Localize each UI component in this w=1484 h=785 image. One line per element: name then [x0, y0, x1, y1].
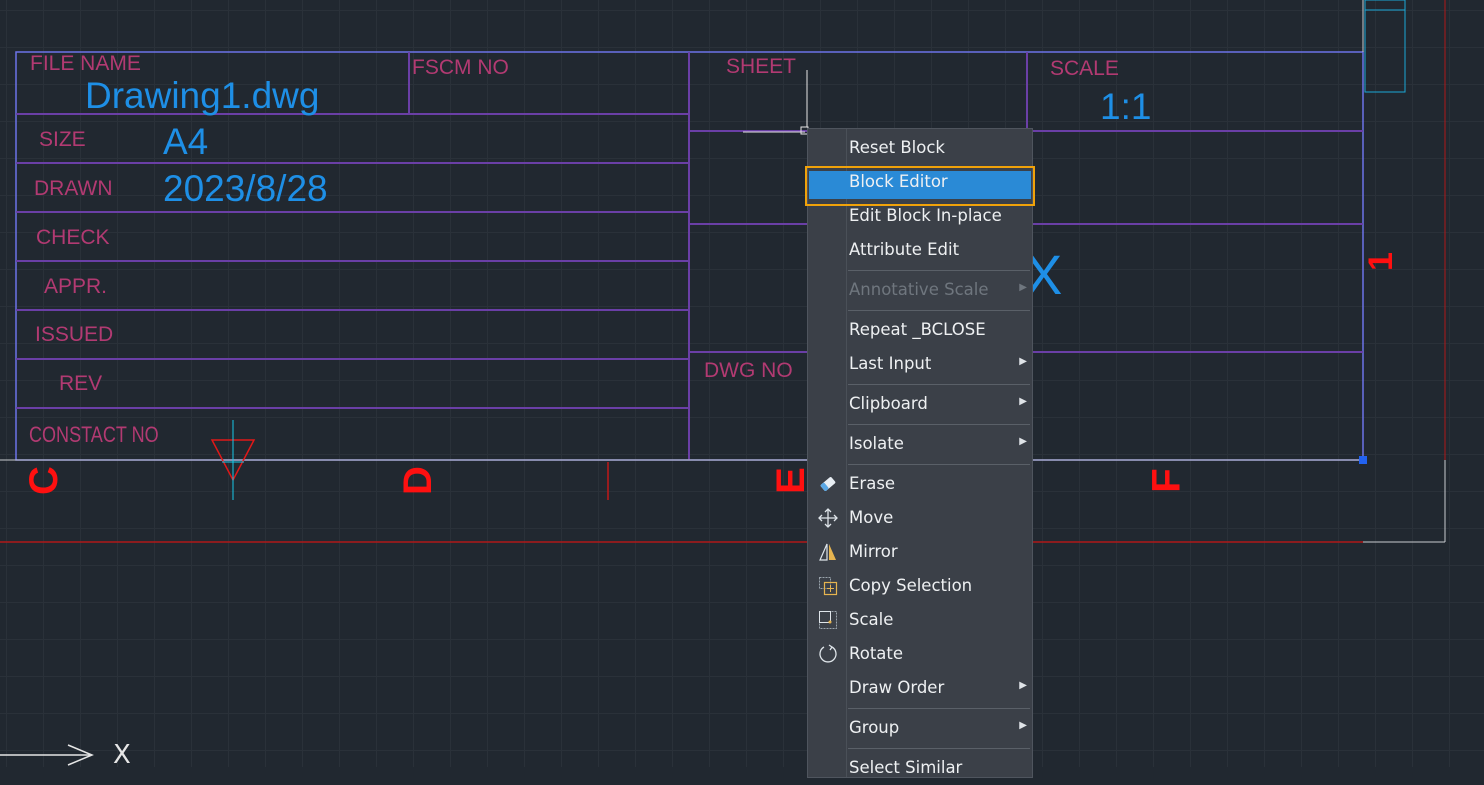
menu-item-label: Group — [849, 718, 900, 737]
menu-item-annotative-scale[interactable]: Annotative Scale ▶ — [808, 273, 1032, 307]
menu-item-label: Isolate — [849, 434, 904, 453]
menu-item-label: Repeat _BCLOSE — [849, 320, 986, 339]
menu-item-move[interactable]: Move — [808, 501, 1032, 535]
constact-no-label: CONSTACT NO — [29, 422, 159, 447]
menu-item-edit-block-in-place[interactable]: Edit Block In-place — [808, 199, 1032, 233]
dwg-no-label: DWG NO — [704, 359, 793, 382]
check-label: CHECK — [36, 226, 110, 249]
drawn-date-value: 2023/8/28 — [163, 168, 328, 209]
menu-item-isolate[interactable]: Isolate ▶ — [808, 427, 1032, 461]
menu-item-clipboard[interactable]: Clipboard ▶ — [808, 387, 1032, 421]
submenu-arrow-icon: ▶ — [1019, 680, 1027, 691]
size-value: A4 — [163, 121, 209, 162]
menu-item-draw-order[interactable]: Draw Order ▶ — [808, 671, 1032, 705]
menu-item-label: Edit Block In-place — [849, 206, 1002, 225]
menu-item-block-editor[interactable]: Block Editor — [808, 165, 1032, 199]
zone-marker-f: F — [1144, 468, 1189, 493]
ucs-x-label: X — [113, 740, 131, 770]
menu-item-group[interactable]: Group ▶ — [808, 711, 1032, 745]
menu-item-copy-selection[interactable]: Copy Selection — [808, 569, 1032, 603]
submenu-arrow-icon: ▶ — [1019, 356, 1027, 367]
menu-item-label: Move — [849, 508, 894, 527]
menu-item-label: Scale — [849, 610, 894, 629]
drawn-label: DRAWN — [34, 177, 113, 200]
zone-marker-1: 1 — [1361, 252, 1400, 271]
size-label: SIZE — [39, 128, 86, 151]
menu-item-repeat-bclose[interactable]: Repeat _BCLOSE — [808, 313, 1032, 347]
move-icon — [818, 508, 838, 528]
scale-value: 1:1 — [1100, 86, 1152, 127]
sheet-label: SHEET — [726, 55, 797, 78]
menu-item-label: Rotate — [849, 644, 904, 663]
scale-icon — [818, 610, 838, 630]
file-name-value: Drawing1.dwg — [85, 75, 320, 116]
menu-separator — [848, 310, 1030, 311]
menu-separator — [848, 748, 1030, 749]
menu-item-reset-block[interactable]: Reset Block — [808, 131, 1032, 165]
menu-item-label: Annotative Scale — [849, 280, 989, 299]
menu-item-label: Last Input — [849, 354, 932, 373]
zone-marker-d: D — [395, 466, 440, 495]
menu-item-label: Select Similar — [849, 758, 963, 777]
menu-item-label: Copy Selection — [849, 576, 973, 595]
menu-item-scale[interactable]: Scale — [808, 603, 1032, 637]
mirror-icon — [818, 542, 838, 562]
menu-item-rotate[interactable]: Rotate — [808, 637, 1032, 671]
submenu-arrow-icon: ▶ — [1019, 282, 1027, 293]
menu-separator — [848, 384, 1030, 385]
menu-item-select-similar[interactable]: Select Similar — [808, 751, 1032, 785]
menu-item-mirror[interactable]: Mirror — [808, 535, 1032, 569]
rev-label: REV — [59, 372, 103, 395]
file-name-label: FILE NAME — [30, 52, 141, 75]
eraser-icon — [818, 474, 838, 494]
submenu-arrow-icon: ▶ — [1019, 720, 1027, 731]
menu-separator — [848, 270, 1030, 271]
menu-item-label: Draw Order — [849, 678, 945, 697]
menu-separator — [848, 424, 1030, 425]
issued-label: ISSUED — [35, 323, 114, 346]
menu-item-label: Clipboard — [849, 394, 928, 413]
menu-item-attribute-edit[interactable]: Attribute Edit — [808, 233, 1032, 267]
menu-item-label: Erase — [849, 474, 896, 493]
menu-separator — [848, 708, 1030, 709]
menu-item-last-input[interactable]: Last Input ▶ — [808, 347, 1032, 381]
copy-icon — [818, 576, 838, 596]
menu-item-label: Reset Block — [849, 138, 945, 157]
submenu-arrow-icon: ▶ — [1019, 396, 1027, 407]
menu-item-label: Attribute Edit — [849, 240, 960, 259]
context-menu: Reset Block Block Editor Edit Block In-p… — [805, 128, 1035, 778]
menu-separator — [848, 464, 1030, 465]
menu-item-label: Block Editor — [849, 172, 948, 191]
fscm-no-label: FSCM NO — [412, 56, 509, 79]
menu-item-erase[interactable]: Erase — [808, 467, 1032, 501]
submenu-arrow-icon: ▶ — [1019, 436, 1027, 447]
zone-marker-c: C — [21, 466, 66, 495]
scale-label: SCALE — [1050, 57, 1119, 80]
menu-item-label: Mirror — [849, 542, 898, 561]
appr-label: APPR. — [44, 275, 108, 298]
rotate-icon — [818, 644, 838, 664]
